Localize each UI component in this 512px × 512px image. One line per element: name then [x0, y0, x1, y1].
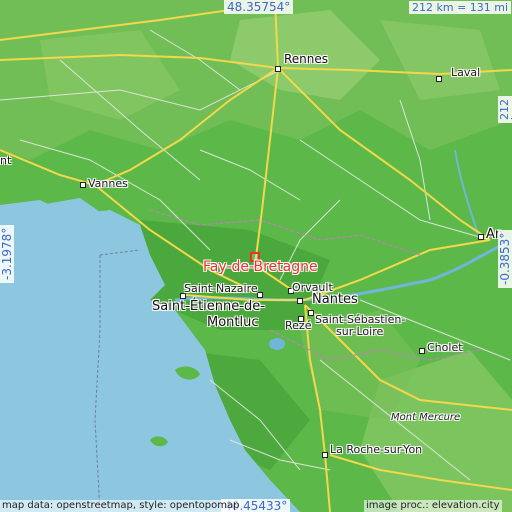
vannes-marker	[80, 182, 86, 188]
laval-marker	[436, 76, 442, 82]
label-saint-sebastien-line2[interactable]: sur-Loire	[336, 326, 383, 337]
scale-horizontal: 212 km = 131 mi	[409, 1, 512, 14]
scale-vertical: 212 km = 131 mi	[498, 96, 512, 123]
label-cholet[interactable]: Cholet	[427, 342, 463, 353]
nantes-marker	[297, 298, 303, 304]
la-roche-marker	[322, 452, 328, 458]
credit-map-data: map data: openstreetmap, style: opentopo…	[0, 500, 242, 512]
label-saint-etienne-line1[interactable]: Saint-Étienne-de-	[152, 300, 265, 313]
credit-image-proc: image proc.: elevation.city	[364, 500, 502, 512]
label-saint-etienne-line2[interactable]: Montluc	[207, 316, 259, 329]
label-saint-sebastien-line1[interactable]: Saint-Sébastien-	[315, 314, 405, 325]
rennes-marker	[275, 66, 281, 72]
label-reze[interactable]: Rezé	[285, 320, 311, 331]
label-laval[interactable]: Laval	[451, 67, 480, 78]
label-left-partial[interactable]: nt	[0, 155, 11, 166]
coord-top: 48.35754°	[224, 0, 294, 14]
coord-right: -0.3853°	[498, 229, 512, 288]
label-nantes[interactable]: Nantes	[312, 293, 358, 306]
angers-marker	[478, 234, 484, 240]
label-mont-mercure[interactable]: Mont Mercure	[391, 413, 460, 423]
map-view[interactable]: Rennes Laval Vannes Saint-Nazaire Saint-…	[0, 0, 512, 512]
label-vannes[interactable]: Vannes	[88, 178, 128, 189]
label-saint-nazaire[interactable]: Saint-Nazaire	[184, 283, 258, 294]
cholet-marker	[419, 348, 425, 354]
label-target-town[interactable]: Fay-de-Bretagne	[203, 260, 318, 274]
label-la-roche[interactable]: La Roche-sur-Yon	[330, 444, 422, 455]
coord-left: -3.1978°	[0, 224, 14, 283]
saint-sebastien-marker	[308, 310, 314, 316]
label-rennes[interactable]: Rennes	[284, 53, 328, 65]
